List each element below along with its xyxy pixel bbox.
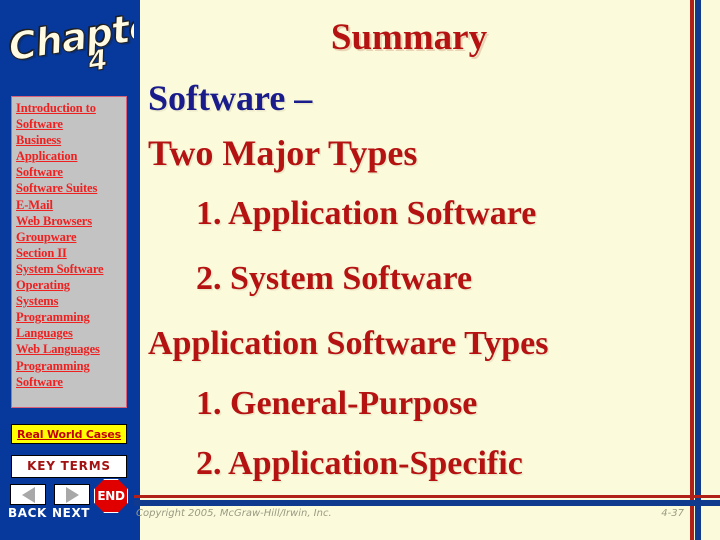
sidebar-item-system-software[interactable]: System Software [16,261,124,277]
body-line-7: 2. Application-Specific [196,445,523,482]
slide-canvas: Chapter 4 Introduction to Software Busin… [0,0,720,540]
next-button[interactable] [54,484,90,505]
page-title: Summary [330,17,488,58]
footer-red-rule [134,495,720,498]
key-terms-button[interactable]: KEY TERMS [11,455,127,478]
body-line-6: 1. General-Purpose [196,385,478,422]
sidebar-item-email[interactable]: E-Mail [16,197,124,213]
sidebar-item-introduction-to[interactable]: Introduction to [16,100,124,116]
sidebar-item-programming-1[interactable]: Programming [16,309,124,325]
sidebar: Chapter 4 Introduction to Software Busin… [0,0,174,540]
real-world-cases-label: Real World Cases [16,428,121,441]
sidebar-item-groupware[interactable]: Groupware [16,229,124,245]
sidebar-item-systems[interactable]: Systems [16,293,124,309]
body-line-3: 1. Application Software [196,195,537,232]
sidebar-item-web-browsers[interactable]: Web Browsers [16,213,124,229]
page-number: 4-37 [661,508,684,519]
slide-content: Summary Software – Two Major Types 1. Ap… [134,0,720,540]
sidebar-nav-list: Introduction to Software Business Applic… [11,96,127,408]
sidebar-item-operating[interactable]: Operating [16,277,124,293]
sidebar-item-business[interactable]: Business [16,132,124,148]
body-line-5: Application Software Types [148,325,549,362]
back-button-label: BACK [8,506,47,520]
arrow-right-icon [65,486,79,503]
chapter-banner-art: Chapter 4 [2,0,174,88]
content-right-blue-rule [695,0,701,540]
next-button-label: NEXT [52,506,91,520]
copyright-notice: Copyright 2005, McGraw-Hill/Irwin, Inc. [136,508,332,519]
sidebar-item-application[interactable]: Application [16,148,124,164]
body-line-2: Two Major Types [148,133,418,173]
content-right-red-rule [690,0,694,540]
arrow-left-icon [21,486,35,503]
end-button[interactable]: END [94,479,128,513]
back-button[interactable] [10,484,46,505]
body-line-1: Software – [148,78,313,118]
content-left-rule [134,0,140,540]
sidebar-item-software-2[interactable]: Software [16,164,124,180]
sidebar-item-languages[interactable]: Languages [16,325,124,341]
sidebar-item-section-ii[interactable]: Section II [16,245,124,261]
sidebar-item-programming-2[interactable]: Programming [16,358,124,374]
footer-blue-rule [134,500,720,506]
sidebar-item-software-3[interactable]: Software [16,374,124,390]
sidebar-item-web-languages[interactable]: Web Languages [16,341,124,357]
key-terms-label: KEY TERMS [27,459,111,473]
real-world-cases-button[interactable]: Real World Cases [11,424,127,444]
sidebar-item-software-1[interactable]: Software [16,116,124,132]
sidebar-item-software-suites[interactable]: Software Suites [16,180,124,196]
end-button-label: END [97,489,125,503]
body-line-4: 2. System Software [196,260,473,297]
